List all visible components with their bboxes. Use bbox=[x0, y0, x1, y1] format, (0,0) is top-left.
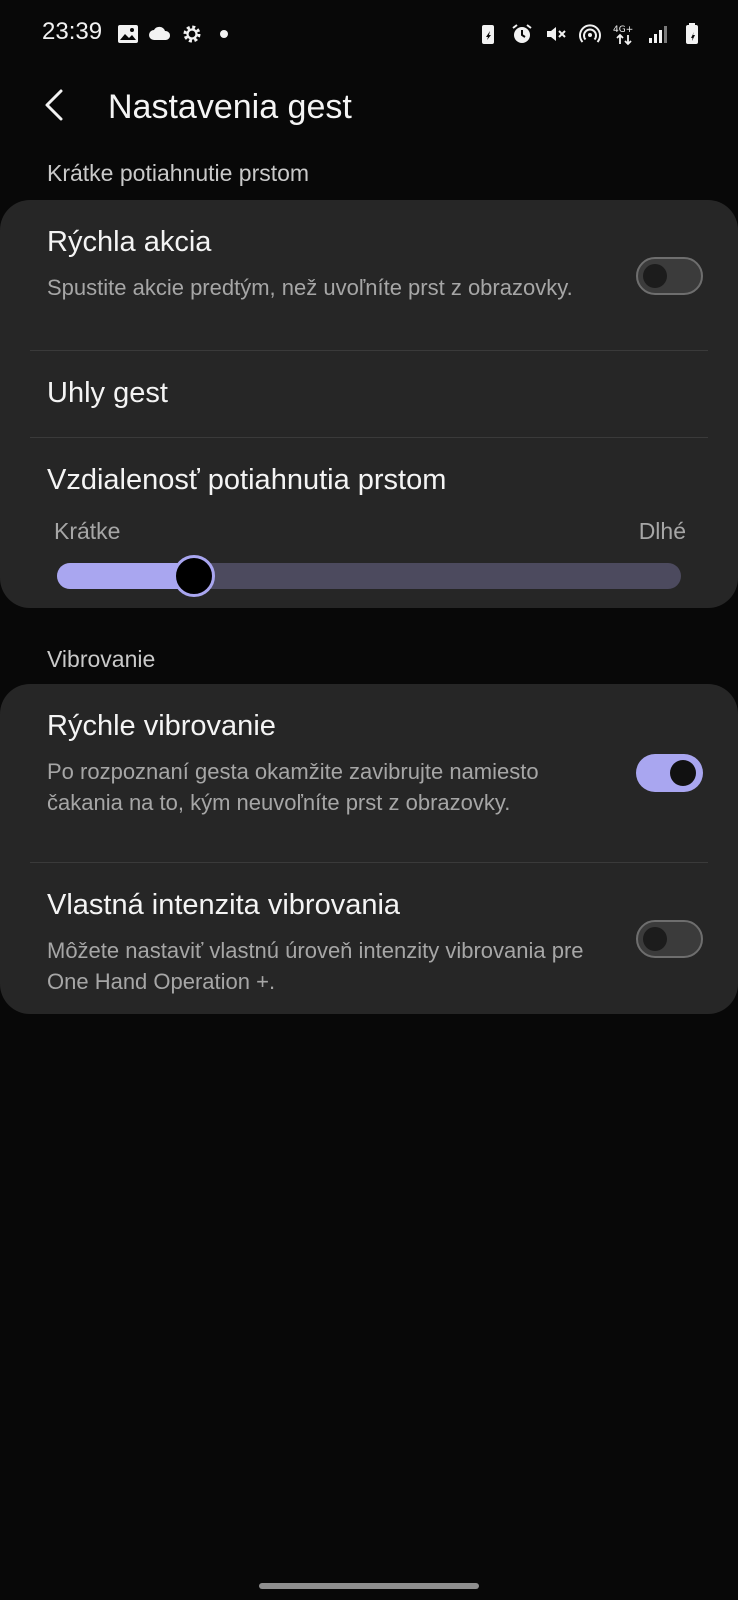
battery-saver-icon bbox=[476, 22, 500, 46]
status-time: 23:39 bbox=[42, 18, 103, 45]
vibration-settings-card: Rýchle vibrovanie Po rozpoznaní gesta ok… bbox=[0, 684, 738, 1014]
toggle-knob bbox=[643, 927, 667, 951]
section-label-swipe: Krátke potiahnutie prstom bbox=[47, 160, 310, 186]
page-title: Nastavenia gest bbox=[108, 88, 352, 126]
home-indicator[interactable] bbox=[259, 1583, 479, 1589]
status-bar: 23:39 4G+ bbox=[0, 0, 738, 70]
swipe-settings-card: Rýchla akcia Spustite akcie predtým, než… bbox=[0, 200, 738, 608]
quick-vibration-subtitle: Po rozpoznaní gesta okamžite zavibrujte … bbox=[47, 759, 539, 815]
back-button[interactable] bbox=[30, 82, 80, 132]
image-icon bbox=[116, 22, 140, 46]
quick-action-title: Rýchla akcia bbox=[47, 226, 212, 258]
toggle-knob bbox=[643, 264, 667, 288]
gesture-angles-row[interactable]: Uhly gest bbox=[0, 351, 738, 437]
toggle-knob bbox=[670, 760, 696, 786]
gesture-angles-title: Uhly gest bbox=[47, 377, 168, 409]
svg-text:4G+: 4G+ bbox=[613, 25, 633, 35]
quick-action-row[interactable]: Rýchla akcia Spustite akcie predtým, než… bbox=[0, 200, 738, 350]
quick-action-subtitle: Spustite akcie predtým, než uvoľníte prs… bbox=[47, 275, 573, 300]
custom-intensity-toggle[interactable] bbox=[636, 920, 703, 958]
slider-thumb[interactable] bbox=[172, 555, 215, 597]
custom-intensity-subtitle: Môžete nastaviť vlastnú úroveň intenzity… bbox=[47, 938, 584, 994]
alarm-icon bbox=[510, 22, 534, 46]
quick-vibration-title: Rýchle vibrovanie bbox=[47, 710, 276, 742]
section-label-vibration: Vibrovanie bbox=[47, 646, 156, 672]
dot-icon bbox=[212, 22, 236, 46]
battery-icon bbox=[680, 22, 704, 46]
quick-vibration-row[interactable]: Rýchle vibrovanie Po rozpoznaní gesta ok… bbox=[0, 684, 738, 862]
mute-icon bbox=[544, 22, 568, 46]
swipe-distance-title: Vzdialenosť potiahnutia prstom bbox=[47, 464, 447, 496]
slider-max-label: Dlhé bbox=[638, 518, 686, 544]
custom-intensity-title: Vlastná intenzita vibrovania bbox=[47, 889, 401, 921]
quick-action-toggle[interactable] bbox=[636, 257, 703, 295]
gear-icon bbox=[180, 22, 204, 46]
status-left-icons bbox=[116, 22, 236, 46]
chevron-left-icon bbox=[41, 88, 69, 127]
swipe-distance-slider[interactable] bbox=[57, 555, 681, 597]
slider-min-label: Krátke bbox=[54, 518, 121, 544]
quick-vibration-toggle[interactable] bbox=[636, 754, 703, 792]
custom-intensity-row[interactable]: Vlastná intenzita vibrovania Môžete nast… bbox=[0, 863, 738, 1014]
hotspot-icon bbox=[578, 22, 602, 46]
cloud-icon bbox=[148, 22, 172, 46]
signal-icon bbox=[646, 22, 670, 46]
status-right-icons: 4G+ bbox=[476, 22, 704, 46]
network-4g-icon: 4G+ bbox=[612, 22, 636, 46]
